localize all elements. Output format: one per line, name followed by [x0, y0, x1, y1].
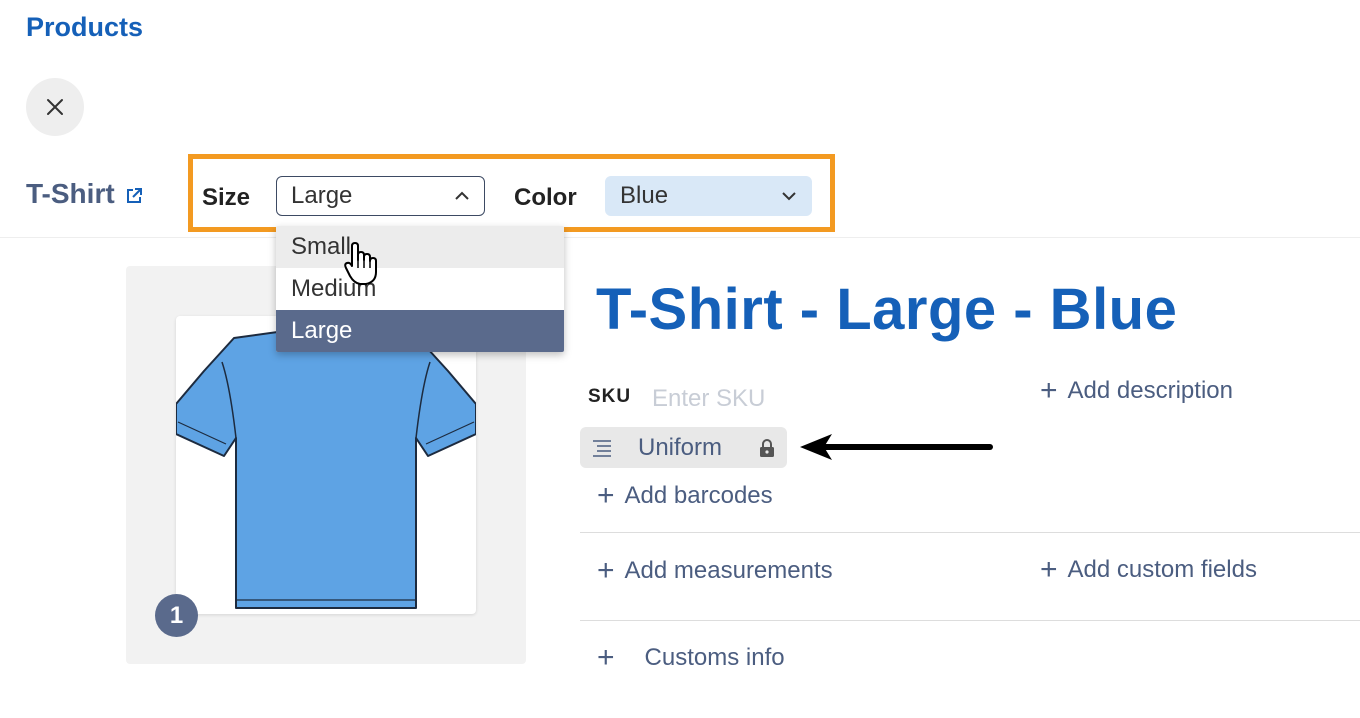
- add-custom-fields-label: Add custom fields: [1067, 556, 1257, 583]
- uniform-chip[interactable]: Uniform: [580, 427, 787, 468]
- color-select[interactable]: Blue: [605, 176, 812, 216]
- customs-info-label: Customs info: [644, 644, 785, 671]
- add-measurements-label: Add measurements: [624, 557, 833, 584]
- lock-icon: [760, 438, 774, 457]
- breadcrumb-products[interactable]: Products: [26, 12, 143, 43]
- product-name-link[interactable]: T-Shirt: [26, 178, 143, 210]
- product-image[interactable]: [176, 316, 476, 614]
- sku-label: SKU: [588, 386, 632, 407]
- size-option-small[interactable]: Small: [276, 226, 564, 268]
- chevron-up-icon: [455, 191, 469, 200]
- size-label: Size: [202, 184, 251, 211]
- plus-icon: +: [597, 554, 615, 587]
- size-select[interactable]: Large: [276, 176, 485, 216]
- add-barcodes-label: Add barcodes: [624, 482, 773, 509]
- close-icon: [47, 99, 63, 115]
- plus-icon: +: [1040, 553, 1058, 586]
- close-button[interactable]: [26, 78, 84, 136]
- hand-cursor-icon: [344, 242, 377, 285]
- uniform-label: Uniform: [638, 433, 723, 461]
- external-link-icon: [126, 188, 142, 203]
- color-label: Color: [514, 184, 577, 211]
- variant-title: T-Shirt - Large - Blue: [596, 277, 1178, 342]
- plus-icon: +: [597, 641, 615, 674]
- add-measurements-link[interactable]: + Add measurements: [597, 556, 833, 586]
- annotation-arrow-icon: [800, 434, 993, 460]
- add-description-label: Add description: [1067, 377, 1233, 404]
- plus-icon: +: [597, 479, 615, 512]
- size-option-medium[interactable]: Medium: [276, 268, 564, 310]
- add-description-link[interactable]: + Add description: [1040, 376, 1233, 406]
- header-divider: [0, 237, 1360, 238]
- align-lines-icon: [593, 439, 611, 457]
- add-barcodes-link[interactable]: + Add barcodes: [597, 481, 773, 511]
- color-select-value: Blue: [620, 182, 669, 209]
- sku-input[interactable]: [640, 380, 954, 418]
- chevron-down-icon: [782, 192, 796, 201]
- variant-options-bar: Size Large Color Blue: [188, 154, 835, 232]
- product-name: T-Shirt: [26, 178, 115, 209]
- customs-info-toggle[interactable]: + Customs info: [597, 643, 785, 673]
- section-divider: [580, 532, 1360, 533]
- plus-icon: +: [1040, 374, 1058, 407]
- tshirt-image: [176, 329, 476, 609]
- image-count-badge: 1: [155, 594, 198, 637]
- size-dropdown-menu: Small Medium Large: [276, 226, 564, 352]
- size-select-value: Large: [291, 182, 353, 209]
- size-option-large[interactable]: Large: [276, 310, 564, 352]
- section-divider: [580, 620, 1360, 621]
- add-custom-fields-link[interactable]: + Add custom fields: [1040, 555, 1257, 585]
